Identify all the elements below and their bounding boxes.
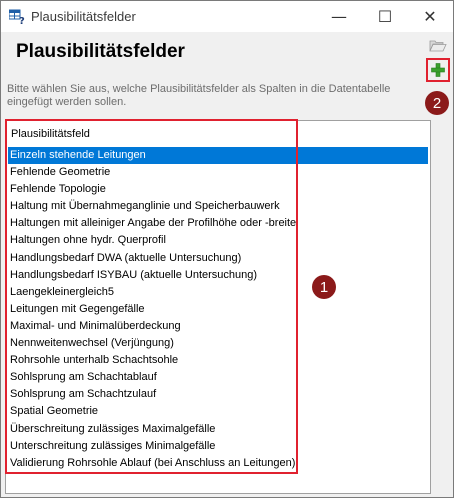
- list-item[interactable]: Fehlende Topologie: [6, 181, 430, 198]
- list-item[interactable]: Unterschreitung zulässiges Minimalgefäll…: [6, 438, 430, 455]
- list-item[interactable]: Sohlsprung am Schachtablauf: [6, 369, 430, 386]
- list-item[interactable]: Leitungen mit Gegengefälle: [6, 301, 430, 318]
- list-item[interactable]: Maximal- und Minimalüberdeckung: [6, 318, 430, 335]
- list-column-header: Plausibilitätsfeld: [11, 128, 90, 140]
- fields-list[interactable]: Plausibilitätsfeld Einzeln stehende Leit…: [5, 120, 431, 494]
- list-item[interactable]: Einzeln stehende Leitungen: [8, 147, 428, 165]
- dialog-description: Bitte wählen Sie aus, welche Plausibilit…: [7, 83, 391, 108]
- list-item[interactable]: Haltungen mit alleiniger Angabe der Prof…: [6, 215, 430, 232]
- list-item[interactable]: Überschreitung zulässiges Maximalgefälle: [6, 421, 430, 438]
- annotation-badge-2: 2: [425, 91, 449, 115]
- table-question-icon: ?: [8, 9, 27, 27]
- list-item[interactable]: Spatial Geometrie: [6, 403, 430, 420]
- dialog-window: ? Plausibilitätsfelder — ☐ ✕ Plausibilit…: [0, 0, 454, 498]
- svg-text:?: ?: [19, 16, 25, 25]
- list-item[interactable]: Nennweitenwechsel (Verjüngung): [6, 335, 430, 352]
- list-item[interactable]: Sohlsprung am Schachtzulauf: [6, 386, 430, 403]
- list-item[interactable]: Handlungsbedarf ISYBAU (aktuelle Untersu…: [6, 267, 430, 284]
- list-item[interactable]: Rohrsohle unterhalb Schachtsohle: [6, 352, 430, 369]
- add-field-button[interactable]: [428, 60, 448, 80]
- list-item[interactable]: Laengekleinergleich5: [6, 284, 430, 301]
- list-item[interactable]: Fehlende Geometrie: [6, 164, 430, 181]
- list-item[interactable]: Haltung mit Übernahmeganglinie und Speic…: [6, 198, 430, 215]
- minimize-button[interactable]: —: [316, 1, 362, 32]
- window-title: Plausibilitätsfelder: [31, 9, 136, 24]
- list-item[interactable]: Haltungen ohne hydr. Querprofil: [6, 232, 430, 249]
- folder-open-icon[interactable]: [428, 36, 448, 56]
- close-button[interactable]: ✕: [407, 1, 453, 32]
- annotation-badge-1: 1: [312, 275, 336, 299]
- green-plus-icon: [431, 63, 445, 77]
- title-bar[interactable]: ? Plausibilitätsfelder — ☐ ✕: [1, 1, 453, 32]
- list-items: Einzeln stehende Leitungen Fehlende Geome…: [6, 147, 430, 472]
- list-item[interactable]: Validierung Rohrsohle Ablauf (bei Anschl…: [6, 455, 430, 472]
- maximize-button[interactable]: ☐: [362, 1, 408, 32]
- dialog-heading: Plausibilitätsfelder: [16, 41, 185, 62]
- list-item[interactable]: Handlungsbedarf DWA (aktuelle Untersuchu…: [6, 250, 430, 267]
